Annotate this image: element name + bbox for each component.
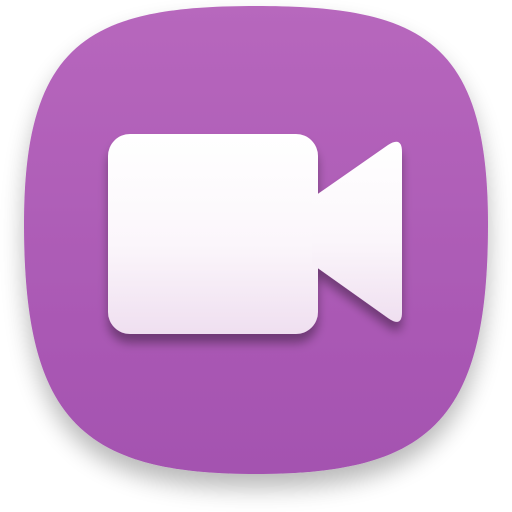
app-icon[interactable] <box>0 0 512 512</box>
camera-body <box>108 134 318 334</box>
video-camera-app-icon <box>24 6 488 474</box>
